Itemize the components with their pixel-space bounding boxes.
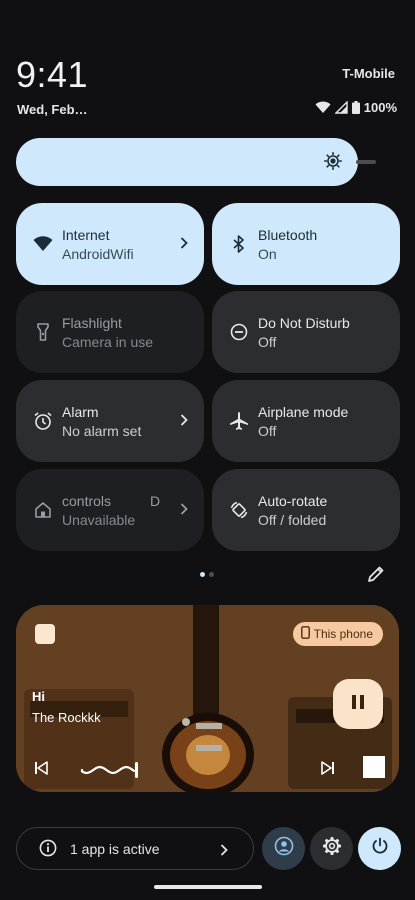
tile-subtitle: Off / folded xyxy=(258,512,327,528)
airplane-icon xyxy=(228,410,250,432)
chevron-right-icon xyxy=(180,502,188,520)
tile-internet[interactable]: Internet AndroidWifi xyxy=(16,203,204,285)
output-device-label: This phone xyxy=(313,627,373,641)
battery-icon xyxy=(351,101,360,114)
tile-title: Airplane mode xyxy=(258,404,349,420)
tile-title: Bluetooth xyxy=(258,227,318,243)
page-dot xyxy=(209,572,214,577)
page-indicator xyxy=(200,572,214,577)
page-dot-active xyxy=(200,572,205,577)
active-apps-button[interactable]: 1 app is active xyxy=(16,827,254,870)
tile-title: Auto-rotate xyxy=(258,493,328,509)
chevron-right-icon xyxy=(180,236,188,254)
edit-pencil-icon[interactable] xyxy=(367,565,385,588)
user-switcher-button[interactable] xyxy=(262,827,305,870)
track-title: Hi xyxy=(32,689,45,704)
brightness-icon xyxy=(324,152,343,175)
tile-airplane-mode[interactable]: Airplane mode Off xyxy=(212,380,400,462)
cell-signal-icon xyxy=(334,101,348,114)
info-icon xyxy=(39,839,57,862)
flashlight-icon xyxy=(32,321,54,343)
media-app-icon xyxy=(35,624,55,644)
wifi-icon xyxy=(32,233,54,255)
settings-button[interactable] xyxy=(310,827,353,870)
tile-subtitle: Camera in use xyxy=(62,334,154,350)
tile-title: Internet xyxy=(62,227,110,243)
tile-subtitle: AndroidWifi xyxy=(62,246,134,262)
tile-subtitle: No alarm set xyxy=(62,423,142,439)
tile-alarm[interactable]: Alarm No alarm set xyxy=(16,380,204,462)
alarm-icon xyxy=(32,410,54,432)
skip-next-icon[interactable] xyxy=(321,761,335,780)
tile-do-not-disturb[interactable]: Do Not Disturb Off xyxy=(212,291,400,373)
bluetooth-icon xyxy=(228,233,250,255)
pause-icon xyxy=(351,694,365,715)
track-artist: The Rockkk xyxy=(32,710,101,725)
chevron-right-icon xyxy=(220,843,228,861)
phone-icon xyxy=(300,626,310,642)
tile-bluetooth[interactable]: Bluetooth On xyxy=(212,203,400,285)
gear-icon xyxy=(322,836,342,861)
do-not-disturb-icon xyxy=(228,321,250,343)
media-player[interactable]: This phone Hi The Rockkk xyxy=(16,605,399,792)
seek-bar[interactable] xyxy=(80,758,300,782)
tile-subtitle: On xyxy=(258,246,277,262)
tile-title-suffix: D xyxy=(150,493,161,509)
tile-device-controls[interactable]: controls D Unavailable xyxy=(16,469,204,551)
skip-previous-icon[interactable] xyxy=(34,761,48,780)
active-apps-label: 1 app is active xyxy=(70,841,160,857)
tile-subtitle: Unavailable xyxy=(62,512,136,528)
power-button[interactable] xyxy=(358,827,401,870)
auto-rotate-icon xyxy=(228,499,250,521)
tile-title: Flashlight xyxy=(62,315,122,331)
brightness-slider[interactable] xyxy=(16,138,358,186)
tile-auto-rotate[interactable]: Auto-rotate Off / folded xyxy=(212,469,400,551)
tile-title: Do Not Disturb xyxy=(258,315,350,331)
brightness-track-remainder[interactable] xyxy=(356,160,376,164)
wifi-signal-icon xyxy=(315,101,331,114)
system-icons: 100% xyxy=(315,100,397,115)
power-icon xyxy=(371,837,389,860)
battery-percent: 100% xyxy=(363,100,397,115)
clock[interactable]: 9:41 xyxy=(16,54,88,96)
home-icon xyxy=(32,499,54,521)
output-device-chip[interactable]: This phone xyxy=(292,622,383,646)
tile-subtitle: Off xyxy=(258,423,277,439)
status-area: 9:41 Wed, Feb… T-Mobile 100% xyxy=(0,0,415,130)
chevron-right-icon xyxy=(180,413,188,431)
tile-title: Alarm xyxy=(62,404,99,420)
tile-flashlight[interactable]: Flashlight Camera in use xyxy=(16,291,204,373)
pause-button[interactable] xyxy=(333,679,383,729)
user-icon xyxy=(274,836,294,861)
carrier-name: T-Mobile xyxy=(342,66,395,81)
stop-icon[interactable] xyxy=(363,756,385,778)
tile-subtitle: Off xyxy=(258,334,277,350)
date[interactable]: Wed, Feb… xyxy=(17,102,88,117)
home-gesture-bar[interactable] xyxy=(154,885,262,889)
tile-title: controls xyxy=(62,493,112,509)
